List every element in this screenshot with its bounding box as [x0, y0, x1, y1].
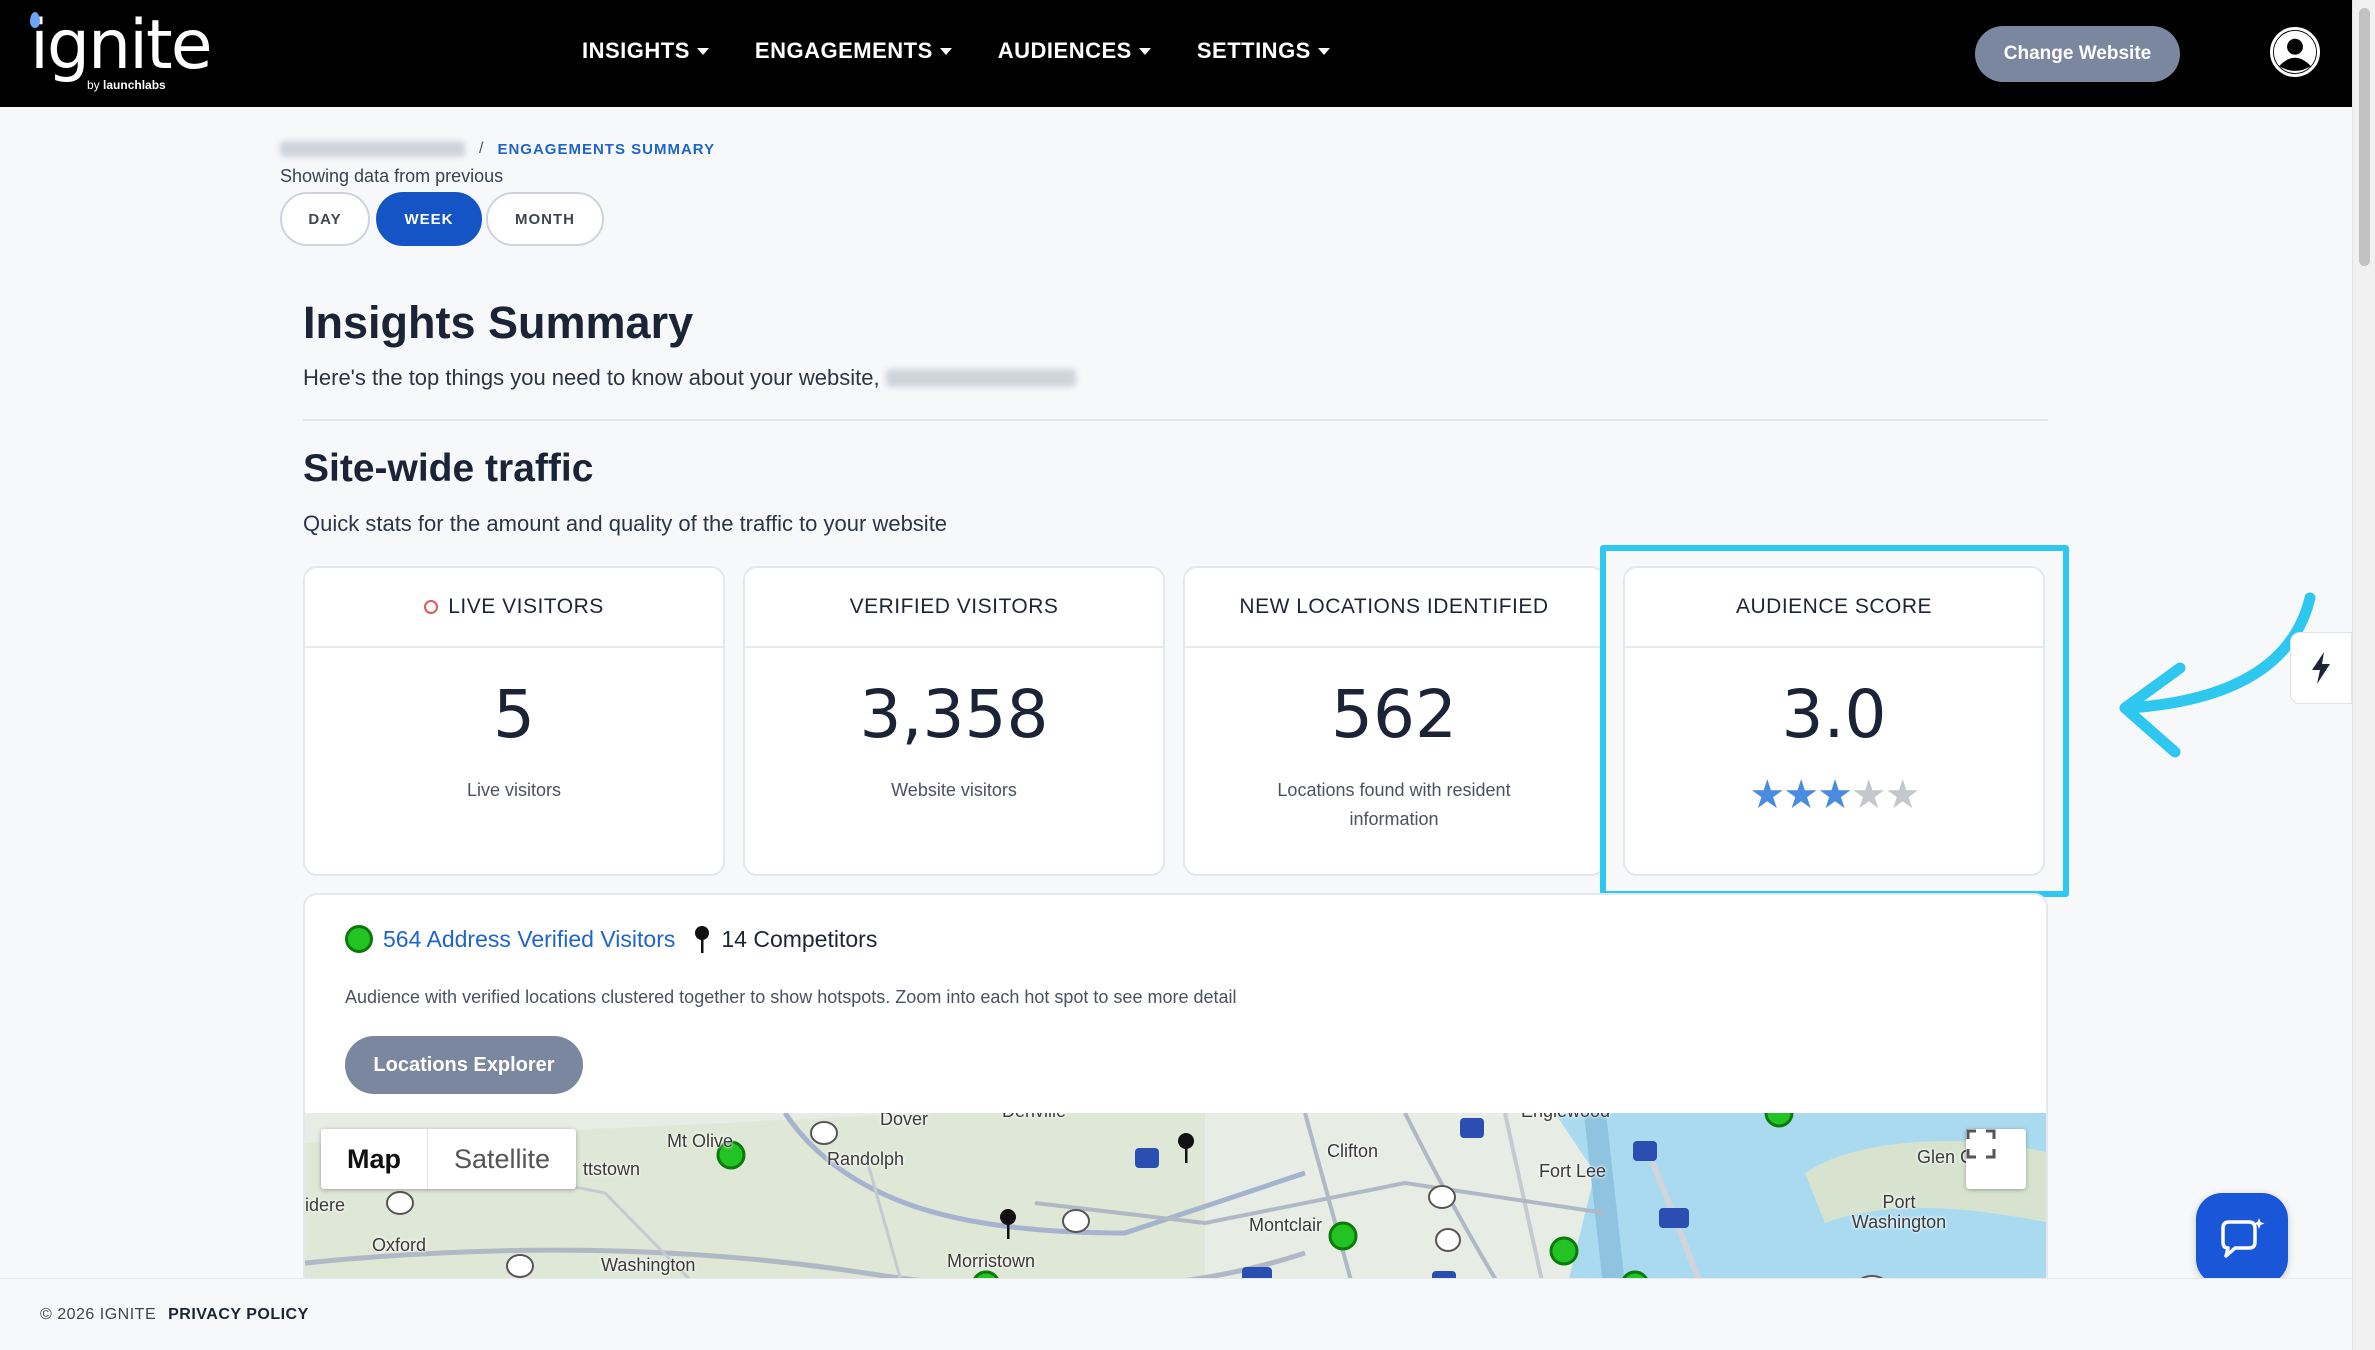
card-value: 562 [1331, 676, 1457, 753]
copyright-text: © 2026 IGNITE [40, 1305, 157, 1323]
period-day-button[interactable]: DAY [280, 192, 370, 246]
nav-audiences[interactable]: AUDIENCES [998, 38, 1151, 64]
nav-insights[interactable]: INSIGHTS [582, 38, 709, 64]
chat-support-button[interactable] [2196, 1193, 2288, 1285]
breadcrumb-current: ENGAGEMENTS SUMMARY [497, 140, 716, 158]
website-name-blurred [885, 369, 1076, 387]
breadcrumb: / ENGAGEMENTS SUMMARY [280, 140, 715, 158]
map-place-label: Glen C [1917, 1147, 1974, 1167]
star-filled-icon: ★ [1783, 773, 1819, 817]
satellite-button[interactable]: Satellite [428, 1129, 576, 1189]
map-place-label: Denville [1002, 1113, 1066, 1122]
verified-locations-card: 564 Address Verified Visitors 14 Competi… [303, 893, 2048, 1293]
breadcrumb-website-blurred[interactable] [280, 141, 465, 157]
card-description: Website visitors [891, 780, 1017, 800]
card-description: Live visitors [466, 780, 562, 800]
change-website-button[interactable]: Change Website [1975, 26, 2180, 82]
live-visitors-card: LIVE VISITORS 5 Live visitors [303, 566, 725, 876]
map-view[interactable]: Dover Denville Mt Olive Randolph ttstown… [305, 1113, 2046, 1291]
star-rating: ★★★★★ [1625, 772, 2043, 818]
map-place-label: Port Washington [1851, 1192, 1947, 1232]
top-navbar: ignite by launchlabs INSIGHTS ENGAGEMENT… [0, 0, 2352, 107]
map-place-label: Clifton [1327, 1141, 1379, 1161]
divider [303, 419, 2048, 421]
card-title: LIVE VISITORS [448, 595, 604, 618]
map-button[interactable]: Map [321, 1129, 428, 1189]
user-avatar-icon[interactable] [2270, 27, 2320, 77]
star-empty-icon: ★ [1884, 773, 1921, 817]
map-place-label: Oxford [372, 1235, 427, 1255]
scrollbar-thumb[interactable] [2359, 8, 2370, 266]
period-selector: DAY WEEK MONTH [280, 192, 604, 246]
map-place-label: Dover [880, 1113, 929, 1129]
logo-byline: by launchlabs [87, 78, 166, 92]
page-scrollbar[interactable] [2352, 0, 2375, 1350]
verified-visitors-card: VERIFIED VISITORS 3,358 Website visitors [743, 566, 1165, 876]
page-title: Insights Summary [303, 297, 694, 348]
card-value: 3.0 [1781, 676, 1887, 753]
map-place-label: Englewood [1521, 1113, 1610, 1122]
privacy-policy-link[interactable]: PRIVACY POLICY [168, 1306, 309, 1324]
logo-wordmark: ignite [30, 6, 213, 85]
map-description: Audience with verified locations cluster… [345, 987, 1237, 1007]
star-filled-icon: ★ [1749, 773, 1785, 817]
caret-down-icon [1138, 47, 1151, 55]
period-week-button[interactable]: WEEK [376, 192, 482, 246]
caret-down-icon [939, 47, 952, 55]
section-subtitle: Quick stats for the amount and quality o… [303, 511, 948, 536]
fullscreen-button[interactable] [1966, 1129, 2026, 1189]
live-indicator-icon [424, 600, 439, 614]
map-place-label: Washington [601, 1255, 696, 1275]
map-place-label: idere [305, 1195, 346, 1215]
card-description: Locations found with resident informatio… [1277, 780, 1511, 829]
period-month-button[interactable]: MONTH [486, 192, 604, 246]
caret-down-icon [696, 47, 709, 55]
map-pin-icon [693, 925, 711, 953]
audience-score-card: AUDIENCE SCORE 3.0 ★★★★★ [1623, 566, 2045, 876]
nav-engagements[interactable]: ENGAGEMENTS [755, 38, 952, 64]
breadcrumb-separator: / [479, 140, 484, 157]
locations-explorer-button[interactable]: Locations Explorer [345, 1036, 583, 1094]
map-place-label: ttstown [583, 1159, 641, 1179]
map-place-label: Randolph [827, 1149, 905, 1169]
fullscreen-icon [1966, 1129, 1996, 1159]
section-title: Site-wide traffic [303, 447, 594, 490]
map-place-label: Fort Lee [1539, 1161, 1607, 1181]
main-menu: INSIGHTS ENGAGEMENTS AUDIENCES SETTINGS [582, 38, 1330, 64]
new-locations-card: NEW LOCATIONS IDENTIFIED 562 Locations f… [1183, 566, 1605, 876]
card-value: 5 [493, 676, 535, 753]
card-title: NEW LOCATIONS IDENTIFIED [1239, 595, 1549, 618]
insights-subtitle: Here's the top things you need to know a… [303, 365, 1076, 391]
star-empty-icon: ★ [1850, 773, 1887, 817]
chat-bubble-icon [2221, 1218, 2265, 1258]
verified-visitors-link[interactable]: 564 Address Verified Visitors [383, 926, 675, 953]
card-title: AUDIENCE SCORE [1735, 595, 1933, 618]
logo-drop-icon [30, 12, 40, 28]
caret-down-icon [1317, 47, 1330, 55]
map-place-label: Montclair [1249, 1215, 1323, 1235]
map-place-label: Mt Olive [667, 1131, 734, 1151]
card-title: VERIFIED VISITORS [849, 595, 1059, 618]
map-place-label: Morristown [947, 1251, 1036, 1271]
map-type-toggle: Map Satellite [321, 1129, 577, 1189]
card-value: 3,358 [859, 676, 1049, 753]
nav-settings[interactable]: SETTINGS [1197, 38, 1330, 64]
star-filled-icon: ★ [1817, 773, 1853, 817]
period-label: Showing data from previous [280, 166, 504, 186]
cluster-dot-icon [345, 925, 373, 953]
ignite-logo[interactable]: ignite by launchlabs [30, 6, 213, 92]
competitors-count: 14 Competitors [721, 925, 878, 952]
footer: © 2026 IGNITE PRIVACY POLICY [0, 1278, 2352, 1350]
lightning-icon [2312, 652, 2330, 684]
quick-actions-tab[interactable] [2290, 632, 2352, 704]
